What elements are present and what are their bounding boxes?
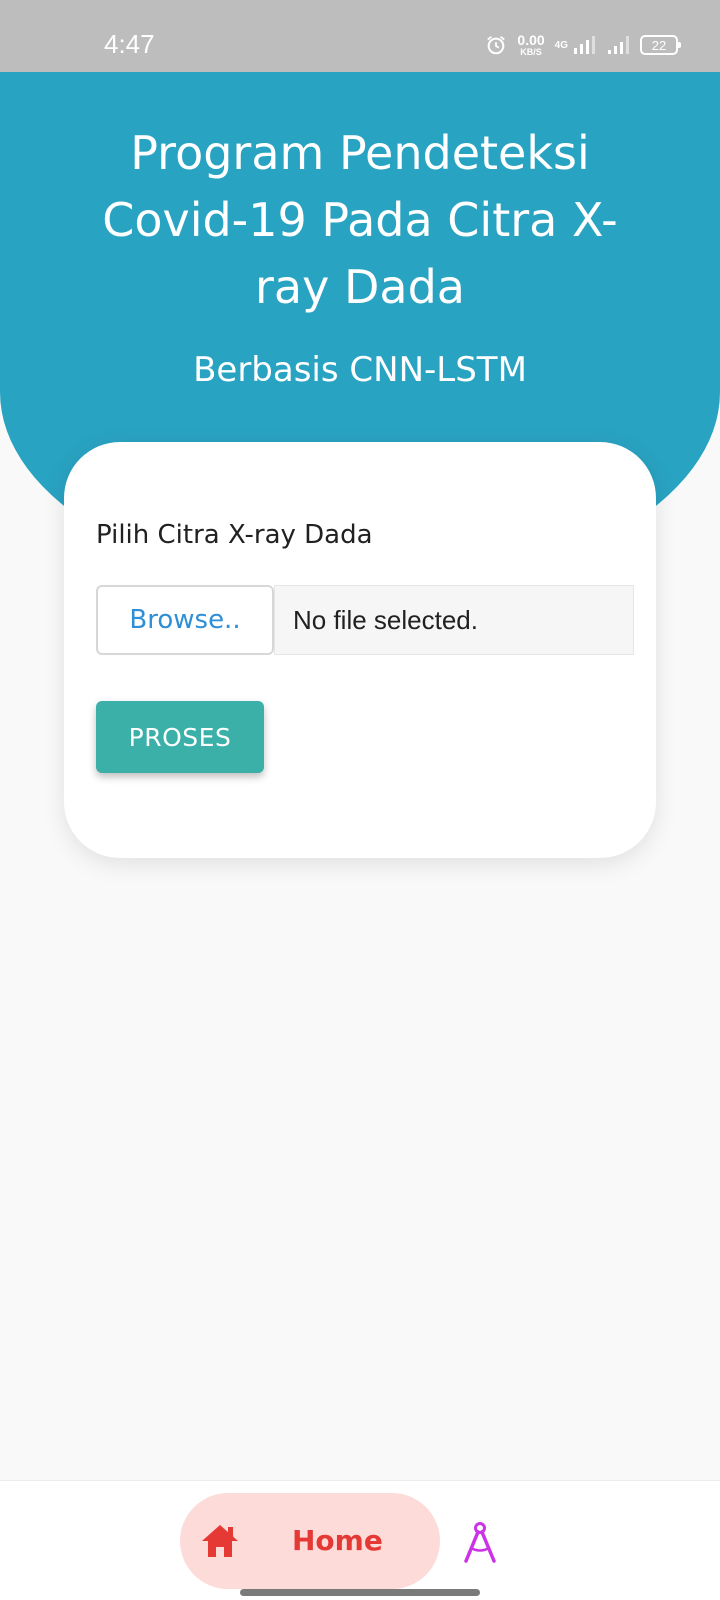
file-name-display: No file selected. [274, 585, 634, 655]
home-icon [202, 1525, 238, 1557]
nav-item-home[interactable]: Home [180, 1493, 440, 1589]
bottom-nav: Home [0, 1480, 720, 1600]
page-subtitle: Berbasis CNN-LSTM [193, 350, 527, 390]
process-button[interactable]: PROSES [96, 701, 264, 773]
page-title: Program Pendeteksi Covid-19 Pada Citra X… [102, 126, 618, 314]
battery-icon: 22 [640, 35, 681, 55]
status-time: 4:47 [104, 29, 155, 59]
file-input[interactable]: Browse.. No file selected. [96, 585, 634, 655]
home-indicator [240, 1589, 480, 1596]
battery-level: 22 [651, 37, 667, 53]
signal-icon-sim1 [574, 36, 595, 54]
nav-item-home-label: Home [292, 1524, 383, 1557]
network-speed-value: 0.00 [517, 32, 545, 48]
file-input-label: Pilih Citra X-ray Dada [96, 520, 373, 550]
signal-icon-sim2 [608, 36, 629, 54]
status-icons: 0.00 KB/S 4G 22 [485, 30, 681, 60]
network-type: 4G [554, 39, 568, 51]
browse-button[interactable]: Browse.. [96, 585, 274, 655]
alarm-icon [487, 36, 506, 55]
network-speed-unit: KB/S [520, 47, 542, 57]
compass-icon[interactable] [460, 1521, 500, 1565]
network-speed: 0.00 KB/S [517, 33, 544, 57]
status-bar: 4:47 0.00 KB/S 4G 22 [0, 0, 720, 72]
upload-card: Pilih Citra X-ray Dada Browse.. No file … [64, 442, 656, 858]
